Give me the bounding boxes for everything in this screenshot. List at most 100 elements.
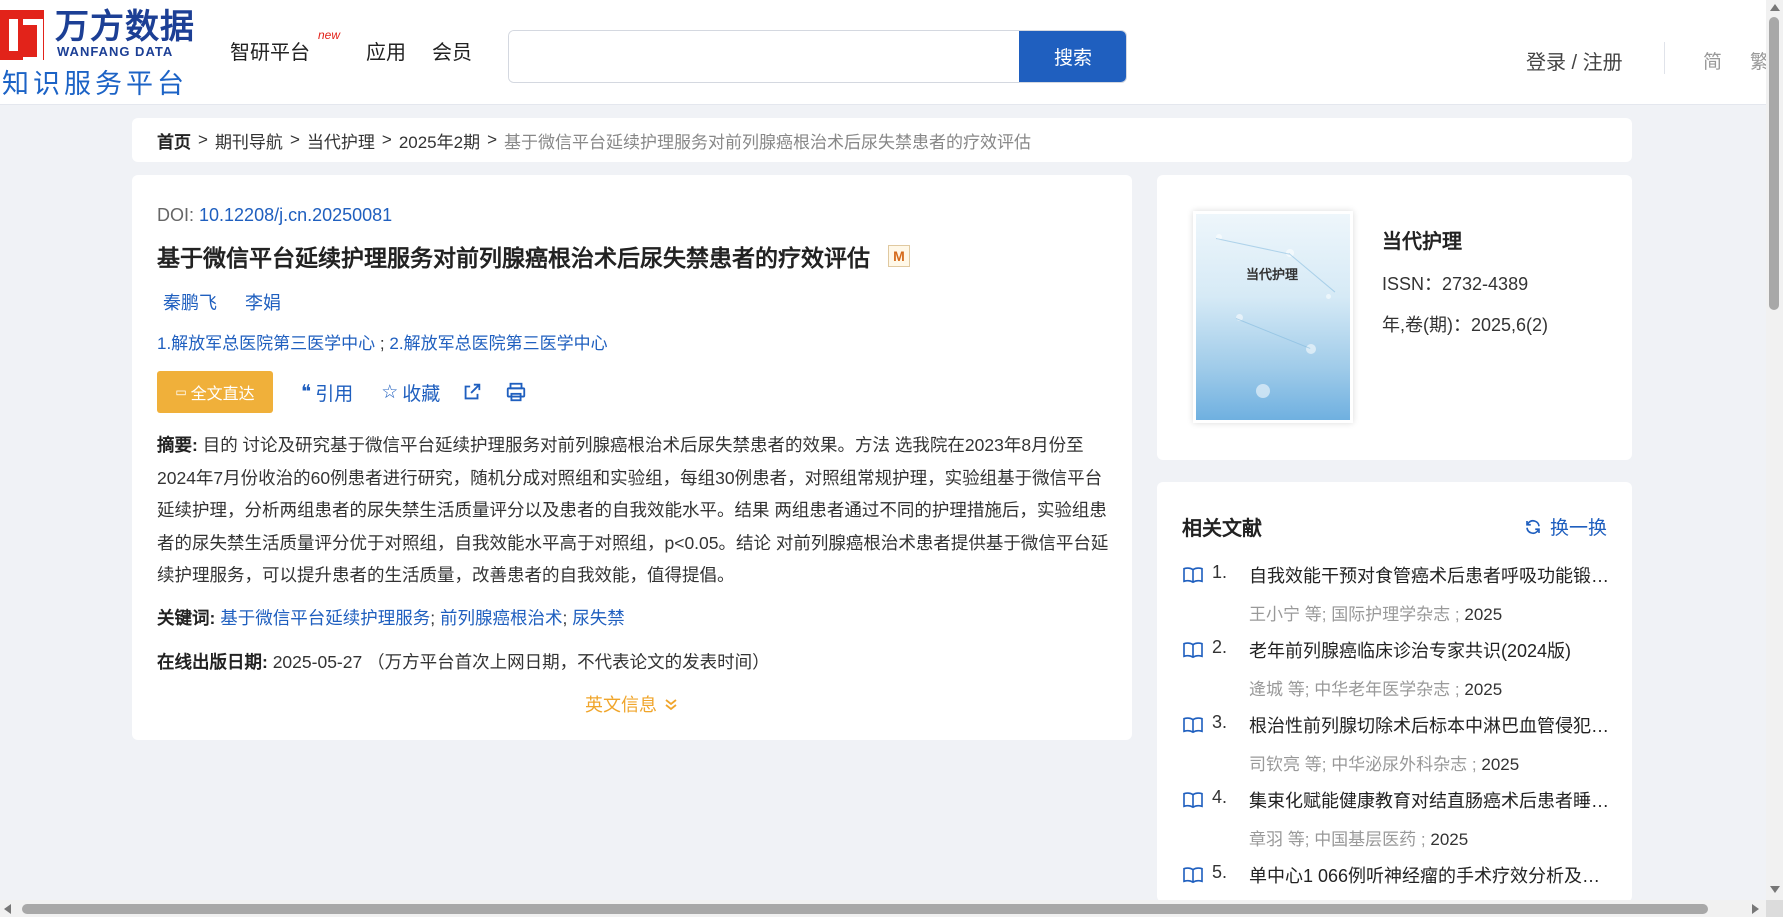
lang-traditional[interactable]: 繁	[1750, 47, 1766, 74]
scrollbar-corner	[1766, 900, 1783, 917]
abstract-text: 目的 讨论及研究基于微信平台延续护理服务对前列腺癌根治术后尿失禁患者的效果。方法…	[157, 435, 1109, 585]
related-item-year: 2025	[1464, 680, 1503, 699]
related-item-title[interactable]: 集束化赋能健康教育对结直肠癌术后患者睡眠质量的影响	[1249, 787, 1609, 813]
breadcrumb-separator: >	[487, 130, 498, 149]
related-item: 5. 单中心1 066例听神经瘤的手术疗效分析及经验总结	[1182, 862, 1609, 902]
top-header: 万方数据 WANFANG DATA 知识服务平台 智研平台 new 应用 会员 …	[0, 0, 1766, 105]
search-input[interactable]	[509, 31, 1019, 82]
book-icon	[1183, 642, 1203, 659]
related-item-journal: 中国基层医药 ;	[1314, 830, 1426, 849]
journal-cover[interactable]: 当代护理	[1193, 211, 1353, 423]
related-item-number: 2.	[1212, 637, 1228, 657]
scroll-down-arrow-icon[interactable]	[1770, 886, 1780, 893]
affiliation-separator: ;	[379, 334, 385, 353]
related-item-authors: 王小宁 等;	[1249, 605, 1327, 624]
share-icon[interactable]	[460, 380, 484, 404]
mendeley-icon[interactable]: M	[888, 245, 910, 267]
horizontal-scrollbar[interactable]	[0, 900, 1766, 917]
breadcrumb-separator: >	[289, 130, 300, 149]
logo-subtitle: 知识服务平台	[2, 69, 188, 99]
breadcrumb: 首页 > 期刊导航 > 当代护理 > 2025年2期 > 基于微信平台延续护理服…	[132, 118, 1632, 162]
article-card: DOI: 10.12208/j.cn.20250081 基于微信平台延续护理服务…	[132, 175, 1132, 740]
main-nav: 智研平台 new 应用 会员	[230, 28, 472, 65]
scroll-left-arrow-icon[interactable]	[4, 904, 11, 914]
related-item-number: 1.	[1212, 562, 1228, 582]
nav-item-membership[interactable]: 会员	[432, 36, 472, 65]
book-icon	[1183, 567, 1203, 584]
related-item-title[interactable]: 老年前列腺癌临床诊治专家共识(2024版)	[1249, 637, 1609, 663]
fulltext-button[interactable]: ▭ 全文直达	[157, 371, 273, 413]
nav-item-apps[interactable]: 应用	[366, 36, 406, 65]
related-item-journal: 中华老年医学杂志 ;	[1314, 680, 1460, 699]
scroll-up-arrow-icon[interactable]	[1770, 4, 1780, 11]
related-item-year: 2025	[1430, 830, 1469, 849]
scroll-right-arrow-icon[interactable]	[1752, 904, 1759, 914]
english-info-toggle[interactable]: 英文信息	[585, 691, 679, 717]
breadcrumb-home[interactable]: 首页	[157, 128, 191, 153]
related-item-title[interactable]: 根治性前列腺切除术后标本中淋巴血管侵犯的预测价值	[1249, 712, 1609, 738]
related-item-number: 3.	[1212, 712, 1228, 732]
publish-date: 在线出版日期: 2025-05-27 （万方平台首次上网日期，不代表论文的发表时…	[157, 649, 770, 674]
logo-cn-text: 万方数据	[55, 8, 195, 46]
journal-name[interactable]: 当代护理	[1382, 225, 1462, 254]
wanfang-logo[interactable]: 万方数据 WANFANG DATA 知识服务平台	[0, 6, 200, 99]
english-info-label: 英文信息	[585, 695, 657, 715]
author-list: 秦鹏飞 李娟	[163, 289, 281, 315]
refresh-button[interactable]: 换一换	[1524, 513, 1607, 540]
journal-issn: ISSN：2732-4389	[1382, 274, 1529, 294]
cover-line	[1215, 238, 1290, 255]
keyword-link[interactable]: 尿失禁	[572, 608, 625, 628]
related-title: 相关文献	[1182, 518, 1262, 540]
nav-item-zhiyan[interactable]: 智研平台 new	[230, 28, 340, 65]
related-item-title[interactable]: 自我效能干预对食管癌术后患者呼吸功能锻炼依从性的影响	[1249, 562, 1609, 588]
star-icon: ☆	[381, 381, 399, 403]
keyword-link[interactable]: 基于微信平台延续护理服务	[220, 608, 430, 628]
book-icon	[1183, 792, 1203, 809]
pubdate-value: 2025-05-27	[272, 652, 363, 672]
breadcrumb-journal[interactable]: 当代护理	[307, 128, 375, 153]
login-register-link[interactable]: 登录 / 注册	[1526, 46, 1623, 75]
affiliation-link[interactable]: 2.解放军总医院第三医学中心	[389, 334, 607, 353]
related-item-meta: 王小宁 等; 国际护理学杂志 ; 2025	[1249, 600, 1502, 625]
pubdate-note: （万方平台首次上网日期，不代表论文的发表时间）	[367, 652, 770, 672]
related-item: 1. 自我效能干预对食管癌术后患者呼吸功能锻炼依从性的影响 王小宁 等; 国际护…	[1182, 562, 1609, 637]
breadcrumb-issue[interactable]: 2025年2期	[399, 128, 480, 153]
related-literature-card: 相关文献 换一换 1. 自我效能干预对食管癌术后患者呼吸功能锻炼依从性的影响 王…	[1157, 482, 1632, 902]
breadcrumb-separator: >	[381, 130, 392, 149]
related-item: 3. 根治性前列腺切除术后标本中淋巴血管侵犯的预测价值 司钦亮 等; 中华泌尿外…	[1182, 712, 1609, 787]
cover-title: 当代护理	[1246, 267, 1299, 282]
author-link[interactable]: 李娟	[245, 289, 281, 315]
related-item-meta: 逄城 等; 中华老年医学杂志 ; 2025	[1249, 675, 1502, 700]
article-title-row: 基于微信平台延续护理服务对前列腺癌根治术后尿失禁患者的疗效评估 M	[157, 239, 910, 273]
double-chevron-down-icon	[665, 699, 677, 711]
cover-line	[1235, 318, 1311, 349]
related-item-authors: 章羽 等;	[1249, 830, 1310, 849]
related-item-title[interactable]: 单中心1 066例听神经瘤的手术疗效分析及经验总结	[1249, 862, 1609, 888]
breadcrumb-journal-nav[interactable]: 期刊导航	[215, 128, 283, 153]
doi-link[interactable]: 10.12208/j.cn.20250081	[199, 205, 392, 225]
keyword-link[interactable]: 前列腺癌根治术	[440, 608, 563, 628]
related-item: 4. 集束化赋能健康教育对结直肠癌术后患者睡眠质量的影响 章羽 等; 中国基层医…	[1182, 787, 1609, 862]
new-badge: new	[317, 28, 340, 42]
action-bar: ▭ 全文直达 ❝ 引用 ☆ 收藏	[157, 371, 528, 413]
print-icon[interactable]	[504, 380, 528, 404]
search-button[interactable]: 搜索	[1019, 31, 1126, 82]
related-item-number: 5.	[1212, 862, 1228, 882]
logo-en-text: WANFANG DATA	[57, 44, 174, 59]
refresh-icon	[1526, 519, 1540, 534]
abstract-label: 摘要:	[157, 435, 198, 455]
article-title: 基于微信平台延续护理服务对前列腺癌根治术后尿失禁患者的疗效评估	[157, 245, 870, 271]
horizontal-scroll-thumb[interactable]	[22, 904, 1708, 914]
related-item-year: 2025	[1464, 605, 1503, 624]
search-bar: 搜索	[508, 30, 1127, 83]
related-item-authors: 司钦亮 等;	[1249, 755, 1327, 774]
vertical-scroll-thumb[interactable]	[1769, 17, 1779, 310]
cite-button[interactable]: ❝ 引用	[301, 379, 353, 406]
breadcrumb-current: 基于微信平台延续护理服务对前列腺癌根治术后尿失禁患者的疗效评估	[504, 132, 1032, 152]
favorite-button[interactable]: ☆ 收藏	[381, 379, 440, 406]
journal-card: 当代护理 当代护理 ISSN：2732-4389 年,卷(期)：2025,6(2…	[1157, 175, 1632, 460]
lang-simplified[interactable]: 简	[1703, 47, 1722, 74]
affiliation-link[interactable]: 1.解放军总医院第三医学中心	[157, 334, 375, 353]
vertical-scrollbar[interactable]	[1766, 0, 1783, 900]
author-link[interactable]: 秦鹏飞	[163, 289, 217, 315]
